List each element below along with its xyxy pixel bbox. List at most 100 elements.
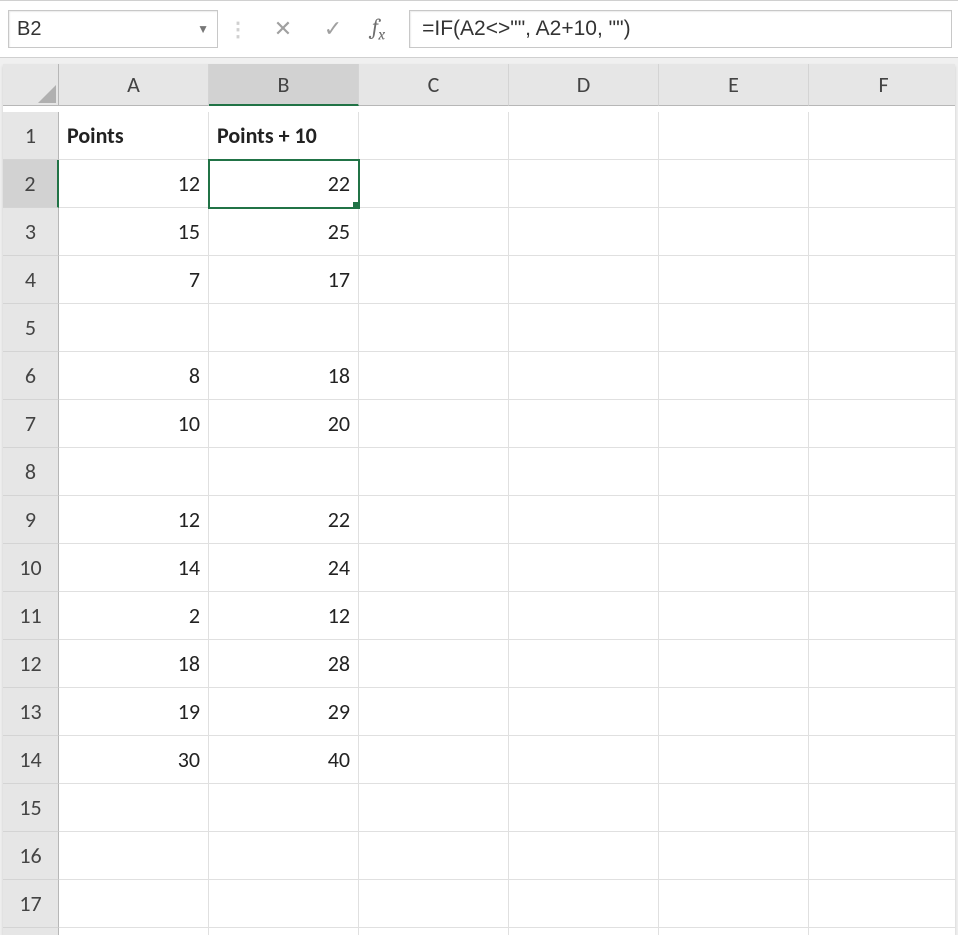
column-header-C[interactable]: C (359, 64, 509, 106)
cell-D16[interactable] (509, 832, 659, 880)
cell-C1[interactable] (359, 112, 509, 160)
fx-icon[interactable]: fx (372, 14, 385, 43)
cell-E10[interactable] (659, 544, 809, 592)
row-header-18[interactable]: 18 (3, 928, 59, 935)
cell-E4[interactable] (659, 256, 809, 304)
cell-F10[interactable] (809, 544, 955, 592)
cell-D11[interactable] (509, 592, 659, 640)
cell-B16[interactable] (209, 832, 359, 880)
cell-C4[interactable] (359, 256, 509, 304)
row-header-6[interactable]: 6 (3, 352, 59, 400)
cell-F17[interactable] (809, 880, 955, 928)
row-header-12[interactable]: 12 (3, 640, 59, 688)
cell-D1[interactable] (509, 112, 659, 160)
cell-E3[interactable] (659, 208, 809, 256)
column-header-E[interactable]: E (659, 64, 809, 106)
cell-F9[interactable] (809, 496, 955, 544)
cell-A9[interactable]: 12 (59, 496, 209, 544)
cell-D15[interactable] (509, 784, 659, 832)
cell-C2[interactable] (359, 160, 509, 208)
cell-D3[interactable] (509, 208, 659, 256)
cell-C11[interactable] (359, 592, 509, 640)
cell-F13[interactable] (809, 688, 955, 736)
row-header-10[interactable]: 10 (3, 544, 59, 592)
column-header-D[interactable]: D (509, 64, 659, 106)
cell-E13[interactable] (659, 688, 809, 736)
cell-F16[interactable] (809, 832, 955, 880)
cell-E8[interactable] (659, 448, 809, 496)
cell-D6[interactable] (509, 352, 659, 400)
cell-E15[interactable] (659, 784, 809, 832)
cell-A13[interactable]: 19 (59, 688, 209, 736)
cell-A10[interactable]: 14 (59, 544, 209, 592)
cell-B11[interactable]: 12 (209, 592, 359, 640)
cell-A16[interactable] (59, 832, 209, 880)
cell-F12[interactable] (809, 640, 955, 688)
cell-A4[interactable]: 7 (59, 256, 209, 304)
cell-E7[interactable] (659, 400, 809, 448)
cell-F18[interactable] (809, 928, 955, 935)
row-header-17[interactable]: 17 (3, 880, 59, 928)
cell-F14[interactable] (809, 736, 955, 784)
cell-D12[interactable] (509, 640, 659, 688)
cell-C5[interactable] (359, 304, 509, 352)
row-header-3[interactable]: 3 (3, 208, 59, 256)
formula-input[interactable] (422, 17, 939, 41)
cell-F11[interactable] (809, 592, 955, 640)
cell-F8[interactable] (809, 448, 955, 496)
cell-E6[interactable] (659, 352, 809, 400)
cell-D2[interactable] (509, 160, 659, 208)
cell-E14[interactable] (659, 736, 809, 784)
cell-D10[interactable] (509, 544, 659, 592)
column-header-B[interactable]: B (209, 64, 359, 106)
cell-E1[interactable] (659, 112, 809, 160)
cell-A2[interactable]: 12 (59, 160, 209, 208)
cell-B9[interactable]: 22 (209, 496, 359, 544)
column-header-A[interactable]: A (59, 64, 209, 106)
enter-icon[interactable]: ✓ (322, 15, 344, 42)
column-header-F[interactable]: F (809, 64, 955, 106)
cell-A7[interactable]: 10 (59, 400, 209, 448)
cell-D17[interactable] (509, 880, 659, 928)
cell-C13[interactable] (359, 688, 509, 736)
cell-B13[interactable]: 29 (209, 688, 359, 736)
row-header-9[interactable]: 9 (3, 496, 59, 544)
cell-E5[interactable] (659, 304, 809, 352)
cell-F2[interactable] (809, 160, 955, 208)
cell-C16[interactable] (359, 832, 509, 880)
cell-B10[interactable]: 24 (209, 544, 359, 592)
formula-input-container[interactable] (409, 10, 952, 48)
cell-C6[interactable] (359, 352, 509, 400)
row-header-1[interactable]: 1 (3, 112, 59, 160)
cancel-icon[interactable]: ✕ (272, 15, 294, 42)
row-header-2[interactable]: 2 (3, 160, 59, 208)
cell-B2[interactable]: 22 (209, 160, 359, 208)
cell-C17[interactable] (359, 880, 509, 928)
cell-B8[interactable] (209, 448, 359, 496)
cell-A12[interactable]: 18 (59, 640, 209, 688)
cell-F1[interactable] (809, 112, 955, 160)
cell-C9[interactable] (359, 496, 509, 544)
cell-B18[interactable] (209, 928, 359, 935)
cell-B14[interactable]: 40 (209, 736, 359, 784)
row-header-5[interactable]: 5 (3, 304, 59, 352)
cell-F6[interactable] (809, 352, 955, 400)
row-header-11[interactable]: 11 (3, 592, 59, 640)
cell-C3[interactable] (359, 208, 509, 256)
cell-E16[interactable] (659, 832, 809, 880)
row-header-15[interactable]: 15 (3, 784, 59, 832)
cell-A17[interactable] (59, 880, 209, 928)
cell-A5[interactable] (59, 304, 209, 352)
cell-A18[interactable] (59, 928, 209, 935)
cell-F5[interactable] (809, 304, 955, 352)
cell-B4[interactable]: 17 (209, 256, 359, 304)
spreadsheet-grid[interactable]: ABCDEF1PointsPoints + 102122231525471756… (3, 64, 955, 935)
select-all-corner[interactable] (3, 64, 59, 106)
cell-C15[interactable] (359, 784, 509, 832)
cell-C18[interactable] (359, 928, 509, 935)
cell-A8[interactable] (59, 448, 209, 496)
cell-F15[interactable] (809, 784, 955, 832)
cell-B1[interactable]: Points + 10 (209, 112, 359, 160)
row-header-7[interactable]: 7 (3, 400, 59, 448)
cell-C7[interactable] (359, 400, 509, 448)
